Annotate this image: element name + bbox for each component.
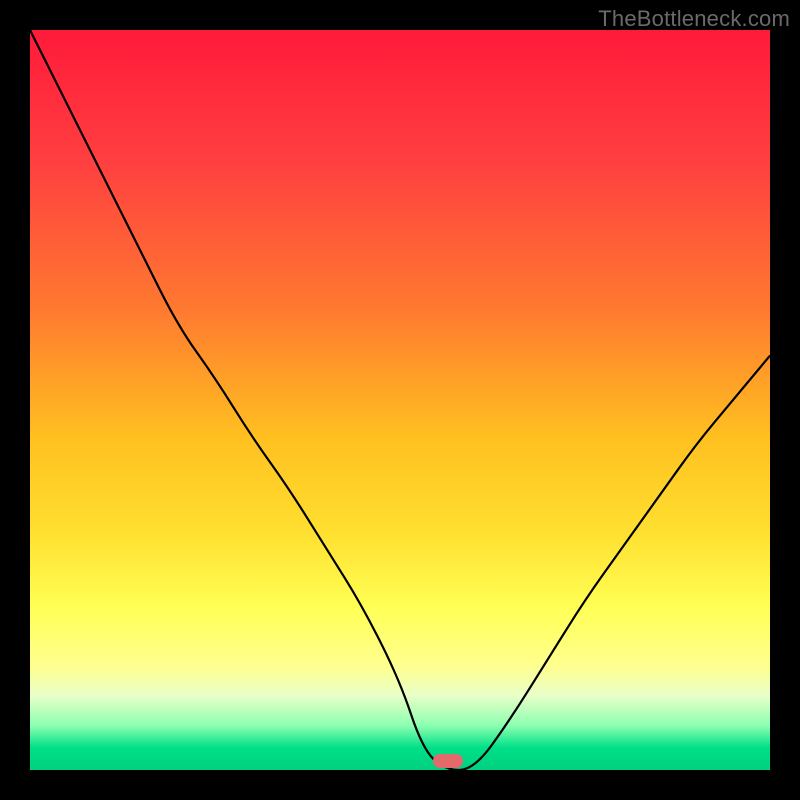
plot-area	[30, 30, 770, 770]
watermark-text: TheBottleneck.com	[598, 6, 790, 32]
bottleneck-curve	[30, 30, 770, 770]
minimum-marker	[433, 754, 463, 768]
chart-frame: TheBottleneck.com	[0, 0, 800, 800]
